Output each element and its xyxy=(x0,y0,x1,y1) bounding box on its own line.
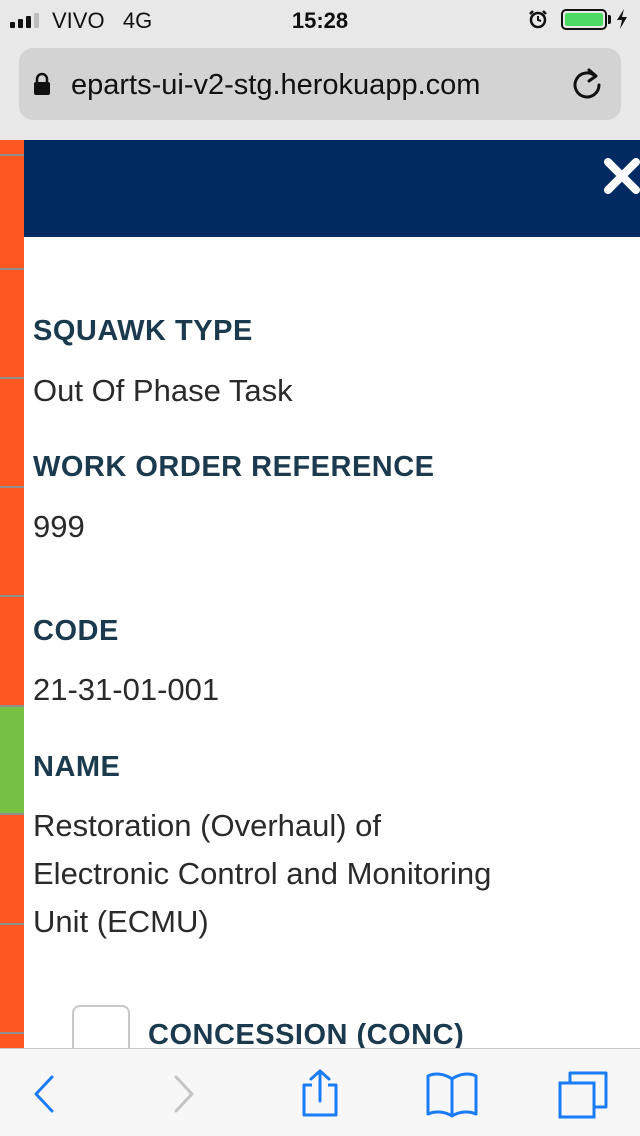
strip-divider xyxy=(0,813,24,815)
strip-divider xyxy=(0,705,24,707)
battery-cap xyxy=(608,15,611,24)
strip-divider xyxy=(0,595,24,597)
name-value-line: Unit (ECMU) xyxy=(33,904,209,939)
name-value-line: Electronic Control and Monitoring xyxy=(33,856,492,891)
battery-level-fill xyxy=(565,13,603,26)
battery-icon xyxy=(561,9,607,30)
name-label: NAME xyxy=(33,751,121,783)
code-label: CODE xyxy=(33,615,119,647)
code-value: 21-31-01-001 xyxy=(33,672,220,707)
strip-divider xyxy=(0,486,24,488)
strip-divider xyxy=(0,268,24,270)
back-icon[interactable] xyxy=(28,1069,58,1119)
alarm-icon xyxy=(529,10,547,29)
name-value-line: Restoration (Overhaul) of xyxy=(33,808,382,843)
url-text[interactable]: eparts-ui-v2-stg.herokuapp.com xyxy=(71,68,549,102)
browser-bottom-toolbar xyxy=(0,1048,640,1136)
close-icon[interactable] xyxy=(602,156,640,196)
strip-divider xyxy=(0,923,24,925)
strip-divider xyxy=(0,1032,24,1034)
status-color-strip xyxy=(0,140,24,1048)
strip-divider xyxy=(0,154,24,156)
browser-address-area: eparts-ui-v2-stg.herokuapp.com xyxy=(0,40,640,140)
squawk-type-value: Out Of Phase Task xyxy=(33,373,293,408)
detail-content: SQUAWK TYPE Out Of Phase Task WORK ORDER… xyxy=(24,237,640,1048)
url-bar[interactable]: eparts-ui-v2-stg.herokuapp.com xyxy=(19,48,621,120)
bookmarks-icon[interactable] xyxy=(424,1069,480,1119)
status-bar: VIVO 4G 15:28 xyxy=(0,0,640,40)
forward-icon[interactable] xyxy=(168,1069,198,1119)
squawk-type-label: SQUAWK TYPE xyxy=(33,315,253,347)
strip-divider xyxy=(0,377,24,379)
name-value: Restoration (Overhaul) of Electronic Con… xyxy=(33,802,491,946)
concession-checkbox[interactable] xyxy=(72,1005,130,1048)
tabs-icon[interactable] xyxy=(556,1069,610,1119)
charging-bolt-icon xyxy=(617,9,627,29)
concession-label: CONCESSION (CONC) xyxy=(148,1019,465,1048)
strip-accent-green xyxy=(0,705,24,813)
reload-icon[interactable] xyxy=(569,66,605,102)
work-order-reference-value: 999 xyxy=(33,509,85,544)
lock-icon xyxy=(34,72,50,95)
work-order-reference-label: WORK ORDER REFERENCE xyxy=(33,451,435,483)
share-icon[interactable] xyxy=(296,1069,344,1119)
detail-header xyxy=(24,140,640,237)
